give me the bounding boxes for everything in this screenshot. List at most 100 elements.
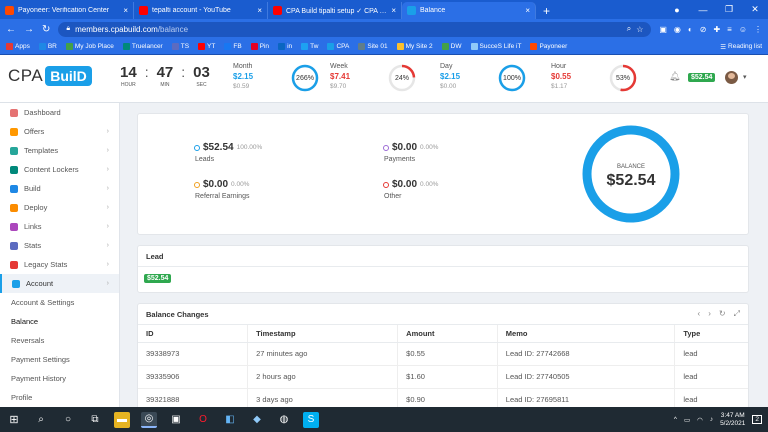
minimize-icon[interactable]: — — [690, 5, 716, 15]
menu-dots-icon[interactable]: ⋮ — [754, 25, 762, 34]
bookmark-item[interactable]: in — [278, 43, 292, 50]
notifications-icon[interactable]: 2 — [752, 415, 762, 424]
sidebar-item-label: Dashboard — [24, 108, 61, 117]
sidebar-item-templates[interactable]: Templates › — [0, 141, 119, 160]
balance-item-percent: 0.00% — [420, 181, 439, 188]
bookmark-item[interactable]: Apps — [6, 43, 30, 50]
bell-icon[interactable]: 🔔︎ — [669, 71, 680, 82]
cell-id: 39321888 — [138, 388, 249, 407]
sidebar-item-dashboard[interactable]: Dashboard — [0, 103, 119, 122]
bookmark-item[interactable]: YT — [198, 43, 215, 50]
sidebar-item-links[interactable]: Links › — [0, 217, 119, 236]
opera-icon[interactable]: O — [195, 412, 211, 428]
bookmark-item[interactable]: Pin — [250, 43, 269, 50]
file-explorer-icon[interactable]: ▬ — [114, 411, 130, 428]
chevron-down-icon[interactable]: ▾ — [743, 73, 747, 81]
skype-icon[interactable]: S — [303, 411, 319, 428]
taskbar-clock[interactable]: 3:47 AM 5/2/2021 — [720, 412, 745, 428]
camera-app-icon[interactable]: ▣ — [168, 412, 184, 428]
sidebar-subitem-balance[interactable]: Balance — [0, 312, 119, 331]
wifi-icon[interactable]: ◠ — [697, 416, 703, 424]
extension-icon[interactable]: ◉ — [674, 25, 681, 34]
puzzle-icon[interactable]: ✚ — [713, 25, 720, 34]
new-tab-button[interactable]: + — [536, 2, 557, 19]
expand-icon[interactable]: ⤢ — [734, 309, 740, 319]
header-balance-badge[interactable]: $52.54 — [688, 73, 716, 82]
sidebar-item-legacy-stats[interactable]: Legacy Stats › — [0, 255, 119, 274]
sidebar-item-content-lockers[interactable]: Content Lockers › — [0, 160, 119, 179]
browser-tab[interactable]: Payoneer: Verification Center × — [0, 2, 134, 19]
stat-percent: 24% — [394, 74, 409, 82]
bookmark-item[interactable]: DW — [441, 43, 462, 50]
sidebar-subitem-payment-settings[interactable]: Payment Settings — [0, 350, 119, 369]
url-field[interactable]: 🔒︎ members.cpabuild.com/balance ⌕ ☆ — [58, 21, 652, 37]
bookmark-item[interactable]: My Site 2 — [396, 43, 433, 50]
extension-icon[interactable]: ≡ — [727, 25, 732, 34]
bookmark-item[interactable]: TS — [171, 43, 189, 50]
extension-icon[interactable]: ▣ — [659, 25, 667, 34]
cell-id: 39338973 — [138, 342, 249, 366]
reading-list-button[interactable]: ☰ Reading list — [720, 43, 762, 51]
sidebar-item-stats[interactable]: Stats › — [0, 236, 119, 255]
next-page-icon[interactable]: › — [708, 309, 711, 319]
maximize-icon[interactable]: ❐ — [716, 4, 742, 15]
bookmark-item[interactable]: Site 01 — [358, 43, 388, 50]
extension-icon[interactable]: ◐ — [688, 25, 693, 34]
profile-avatar-icon[interactable]: ☺ — [739, 25, 747, 34]
battery-icon[interactable]: ▭ — [684, 416, 690, 424]
sidebar-item-deploy[interactable]: Deploy › — [0, 198, 119, 217]
close-tab-icon[interactable]: × — [123, 6, 128, 15]
bookmark-item[interactable]: CPA — [327, 43, 349, 50]
back-icon[interactable]: ← — [6, 24, 16, 35]
browser-tab[interactable]: tepalti account - YouTube × — [134, 2, 268, 19]
bookmark-item[interactable]: Tw — [301, 43, 318, 50]
search-icon[interactable]: ⌕ — [33, 412, 49, 428]
countdown-timer: 14 HOUR : 47 MIN : 03 SEC — [120, 64, 210, 89]
browser-tab[interactable]: CPA Build tipalti setup ✓ CPA B... × — [268, 2, 402, 19]
task-view-icon[interactable]: ⧉ — [87, 412, 103, 428]
volume-icon[interactable]: ♪ — [710, 416, 713, 423]
table-row[interactable]: 39321888 3 days ago $0.90 Lead ID: 27695811… — [138, 388, 748, 407]
sidebar: Dashboard Offers › Templates › Content Locker… — [0, 103, 120, 407]
app-icon[interactable]: ◧ — [222, 412, 238, 428]
refresh-icon[interactable]: ↻ — [719, 309, 726, 319]
cpabuild-logo[interactable]: CPA BuilD — [8, 66, 92, 86]
close-tab-icon[interactable]: × — [525, 6, 530, 15]
app-icon[interactable]: ◍ — [276, 412, 292, 428]
avatar[interactable] — [725, 71, 738, 84]
chrome-icon[interactable]: ◎ — [141, 411, 157, 428]
sidebar-subitem-payment-history[interactable]: Payment History — [0, 369, 119, 388]
sidebar-item-offers[interactable]: Offers › — [0, 122, 119, 141]
star-icon[interactable]: ☆ — [636, 25, 643, 34]
tab-favicon-icon — [139, 6, 148, 15]
close-tab-icon[interactable]: × — [257, 6, 262, 15]
bookmark-item[interactable]: BR — [38, 43, 57, 50]
app-icon[interactable]: ◆ — [249, 412, 265, 428]
windows-start-icon[interactable]: ⊞ — [6, 412, 22, 428]
bookmark-item[interactable]: FB — [224, 43, 242, 50]
chevron-up-icon[interactable]: ^ — [674, 416, 677, 423]
search-icon[interactable]: ⌕ — [627, 24, 631, 34]
sidebar-subitem-account-settings[interactable]: Account & Settings — [0, 293, 119, 312]
cell-type: lead — [674, 388, 748, 407]
extension-icon[interactable]: ⊘ — [700, 25, 707, 34]
bookmark-item[interactable]: Payoneer — [530, 43, 567, 50]
sidebar-subitem-reversals[interactable]: Reversals — [0, 331, 119, 350]
reload-icon[interactable]: ↻ — [42, 24, 50, 35]
close-window-icon[interactable]: ✕ — [742, 4, 768, 15]
sidebar-item-account[interactable]: Account › — [0, 274, 119, 293]
cortana-icon[interactable]: ○ — [60, 412, 76, 428]
bookmark-item[interactable]: My Job Place — [65, 43, 114, 50]
forward-icon[interactable]: → — [24, 24, 34, 35]
profile-icon[interactable]: ● — [664, 5, 690, 15]
browser-tab[interactable]: Balance × — [402, 2, 536, 19]
table-row[interactable]: 39335906 2 hours ago $1.60 Lead ID: 2774050… — [138, 365, 748, 389]
page-header: CPA BuilD 14 HOUR : 47 MIN : 03 SEC Month $2… — [0, 55, 768, 103]
bookmark-item[interactable]: Truelancer — [122, 43, 163, 50]
sidebar-item-build[interactable]: Build › — [0, 179, 119, 198]
close-tab-icon[interactable]: × — [391, 6, 396, 15]
sidebar-subitem-profile[interactable]: Profile — [0, 388, 119, 407]
bookmark-item[interactable]: SucceS Life iT — [470, 43, 521, 50]
table-row[interactable]: 39338973 27 minutes ago $0.55 Lead ID: 2774… — [138, 342, 748, 366]
prev-page-icon[interactable]: ‹ — [698, 309, 701, 319]
